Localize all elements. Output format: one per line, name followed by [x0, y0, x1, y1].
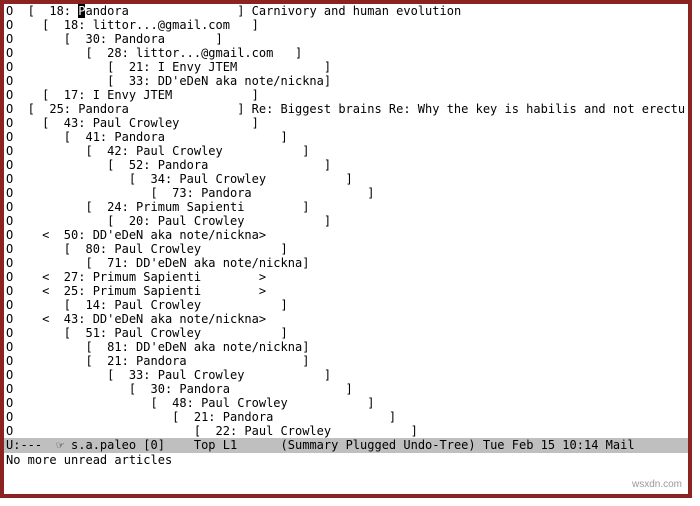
summary-line[interactable]: O [ 18: littor...@gmail.com ] — [6, 18, 686, 32]
summary-line[interactable]: O [ 41: Pandora ] — [6, 130, 686, 144]
summary-line[interactable]: O [ 28: littor...@gmail.com ] — [6, 46, 686, 60]
summary-line[interactable]: O [ 20: Paul Crowley ] — [6, 214, 686, 228]
summary-line[interactable]: O [ 81: DD'eDeN aka note/nickna] — [6, 340, 686, 354]
summary-line[interactable]: O < 43: DD'eDeN aka note/nickna> — [6, 312, 686, 326]
summary-line[interactable]: O [ 42: Paul Crowley ] — [6, 144, 686, 158]
summary-line[interactable]: O [ 52: Pandora ] — [6, 158, 686, 172]
summary-line[interactable]: O [ 30: Pandora ] — [6, 382, 686, 396]
summary-line[interactable]: O [ 30: Pandora ] — [6, 32, 686, 46]
summary-line[interactable]: O [ 73: Pandora ] — [6, 186, 686, 200]
summary-line[interactable]: O [ 71: DD'eDeN aka note/nickna] — [6, 256, 686, 270]
point-cursor: P — [78, 4, 85, 18]
modeline-modified: U:--- — [6, 438, 57, 452]
summary-line[interactable]: O [ 48: Paul Crowley ] — [6, 396, 686, 410]
modeline-buffer-icon: ☞ — [57, 438, 64, 452]
summary-line[interactable]: O [ 17: I Envy JTEM ] — [6, 88, 686, 102]
summary-line[interactable]: O [ 22: Paul Crowley ] — [6, 424, 686, 438]
summary-line[interactable]: O < 27: Primum Sapienti > — [6, 270, 686, 284]
summary-line[interactable]: O [ 14: Paul Crowley ] — [6, 298, 686, 312]
echo-area: No more unread articles — [4, 453, 688, 468]
summary-line[interactable]: O [ 21: Pandora ] — [6, 354, 686, 368]
summary-line[interactable]: O [ 25: Pandora ] Re: Biggest brains Re:… — [6, 102, 686, 116]
summary-line[interactable]: O < 50: DD'eDeN aka note/nickna> — [6, 228, 686, 242]
summary-line[interactable]: O [ 33: Paul Crowley ] — [6, 368, 686, 382]
summary-line[interactable]: O [ 21: Pandora ] — [6, 410, 686, 424]
echo-message: No more unread articles — [6, 453, 172, 467]
summary-line[interactable]: O [ 24: Primum Sapienti ] — [6, 200, 686, 214]
summary-line[interactable]: O [ 80: Paul Crowley ] — [6, 242, 686, 256]
watermark: wsxdn.com — [632, 478, 682, 492]
summary-line[interactable]: O [ 33: DD'eDeN aka note/nickna] — [6, 74, 686, 88]
gnus-summary-buffer[interactable]: O [ 18: Pandora ] Carnivory and human ev… — [4, 4, 688, 438]
modeline[interactable]: U:--- ☞ s.a.paleo [0] Top L1 (Summary Pl… — [4, 438, 688, 453]
emacs-frame: O [ 18: Pandora ] Carnivory and human ev… — [0, 0, 692, 498]
summary-line[interactable]: O [ 51: Paul Crowley ] — [6, 326, 686, 340]
summary-line[interactable]: O [ 34: Paul Crowley ] — [6, 172, 686, 186]
summary-line[interactable]: O [ 18: Pandora ] Carnivory and human ev… — [6, 4, 686, 18]
summary-line[interactable]: O [ 43: Paul Crowley ] — [6, 116, 686, 130]
summary-line[interactable]: O < 25: Primum Sapienti > — [6, 284, 686, 298]
modeline-buffer-info: s.a.paleo [0] Top L1 (Summary Plugged Un… — [64, 438, 635, 452]
summary-line[interactable]: O [ 21: I Envy JTEM ] — [6, 60, 686, 74]
